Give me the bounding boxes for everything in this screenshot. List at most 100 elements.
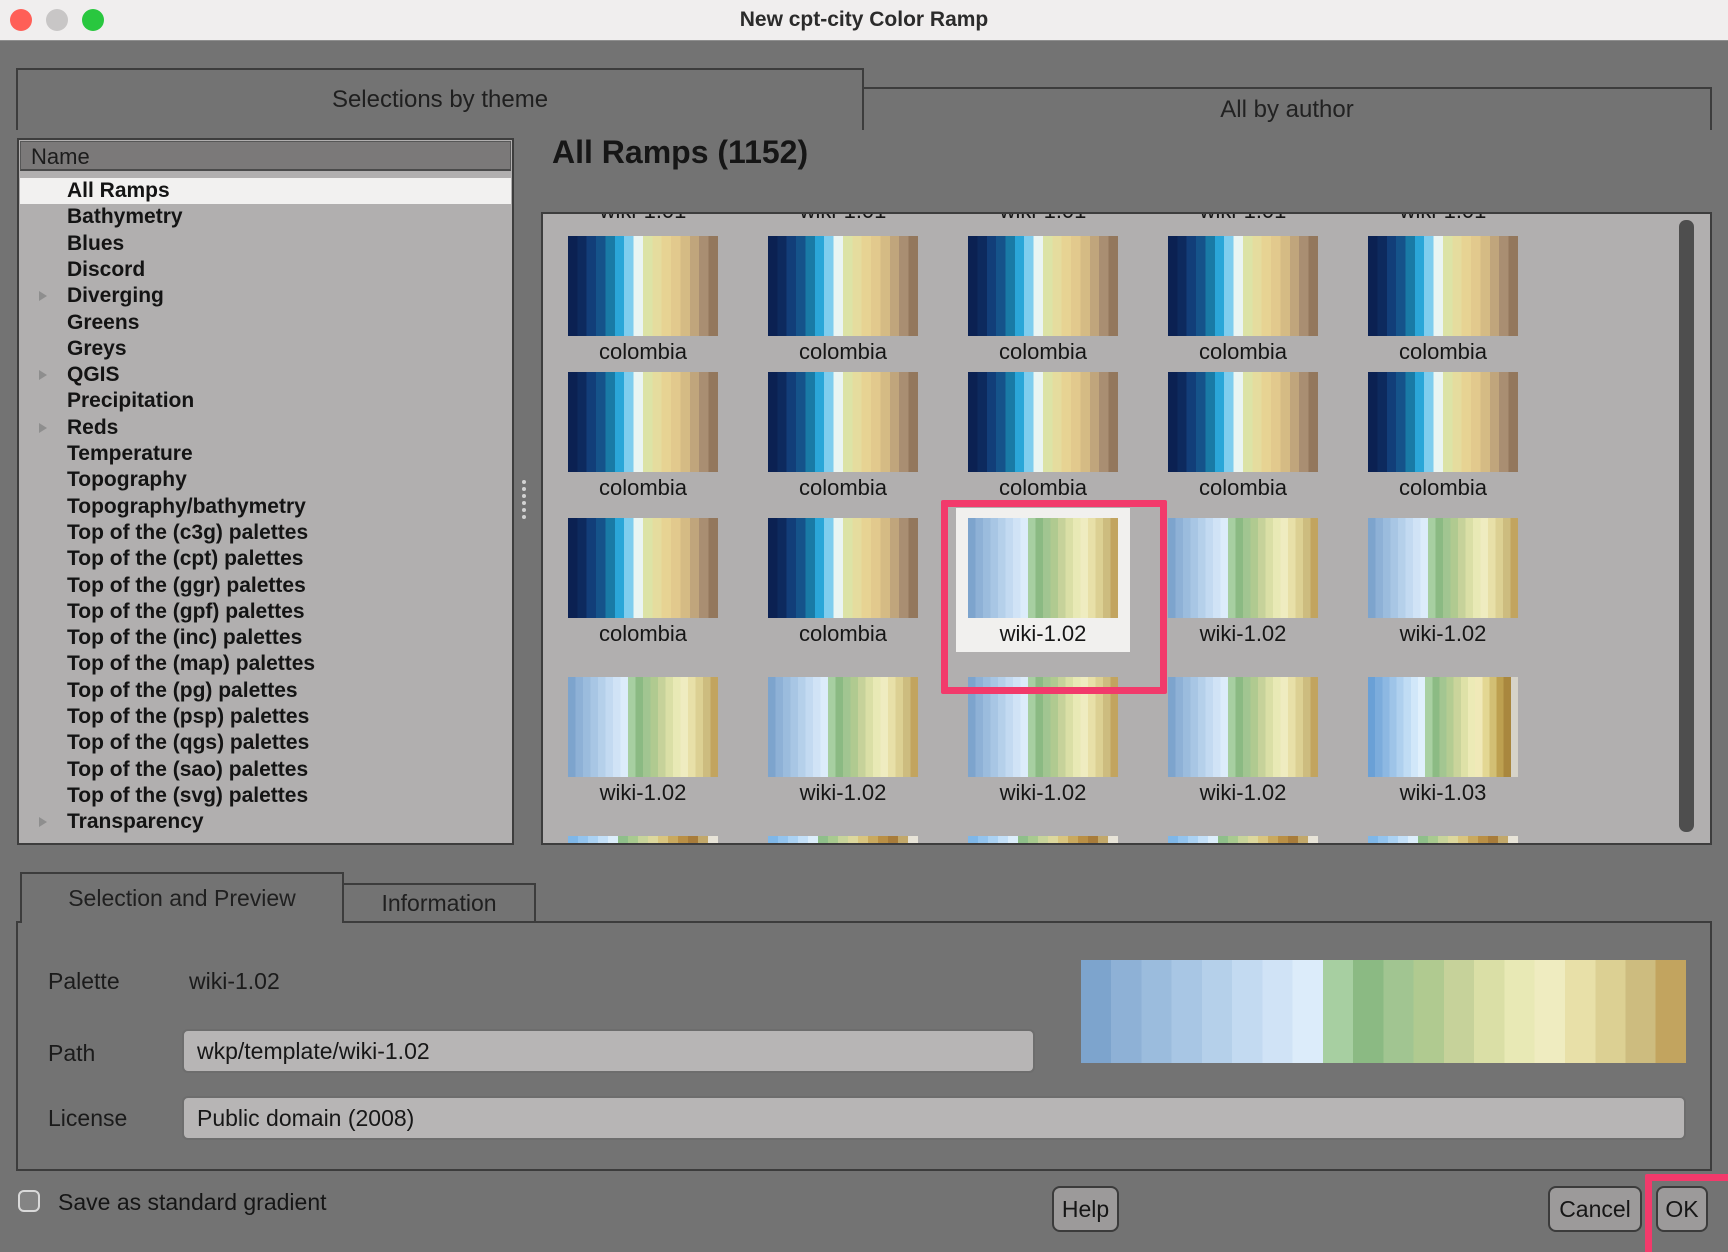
- sidebar-item-blues[interactable]: Blues: [20, 231, 511, 257]
- path-input[interactable]: [182, 1029, 1035, 1073]
- ramp-label[interactable]: colombia: [768, 339, 918, 367]
- ramp-label[interactable]: wiki-1.02: [968, 621, 1118, 649]
- expand-arrow-icon[interactable]: [39, 370, 47, 380]
- tab-selections-by-theme[interactable]: Selections by theme: [16, 68, 864, 130]
- ramp-thumbnail-colombia[interactable]: [768, 236, 918, 336]
- sidebar-item-topography-bathymetry[interactable]: Topography/bathymetry: [20, 494, 511, 520]
- sidebar-item-temperature[interactable]: Temperature: [20, 441, 511, 467]
- sidebar-item-greens[interactable]: Greens: [20, 310, 511, 336]
- ramp-label[interactable]: colombia: [1168, 475, 1318, 503]
- sidebar-item-transparency[interactable]: Transparency: [20, 809, 511, 835]
- ramp-label[interactable]: wiki-1.02: [1168, 780, 1318, 808]
- ramp-label[interactable]: colombia: [1368, 339, 1518, 367]
- ramp-thumbnail-colombia[interactable]: [768, 518, 918, 618]
- sidebar-item-label: Top of the (sao) palettes: [67, 758, 308, 782]
- expand-arrow-icon[interactable]: [39, 423, 47, 433]
- sidebar-item-label: Top of the (gpf) palettes: [67, 600, 305, 624]
- ramp-thumbnail-partial[interactable]: [1168, 836, 1318, 845]
- sidebar-item-top-of-the-psp-palettes[interactable]: Top of the (psp) palettes: [20, 704, 511, 730]
- name-column-header[interactable]: Name: [20, 141, 511, 171]
- grid-scrollbar[interactable]: [1679, 220, 1694, 832]
- ramp-thumbnail-colombia[interactable]: [968, 236, 1118, 336]
- sidebar-item-topography[interactable]: Topography: [20, 467, 511, 493]
- save-standard-gradient-label: Save as standard gradient: [58, 1189, 327, 1216]
- sidebar-item-top-of-the-pg-palettes[interactable]: Top of the (pg) palettes: [20, 678, 511, 704]
- help-button-label: Help: [1062, 1196, 1109, 1223]
- sidebar-item-top-of-the-ggr-palettes[interactable]: Top of the (ggr) palettes: [20, 573, 511, 599]
- ramp-thumbnail-wiki-1.02[interactable]: [768, 677, 918, 777]
- ramp-thumbnail-wiki-1.03[interactable]: [1368, 677, 1518, 777]
- ramp-label-clipped: wiki-1.01: [968, 214, 1118, 225]
- save-standard-gradient-checkbox[interactable]: [18, 1190, 40, 1212]
- expand-arrow-icon[interactable]: [39, 291, 47, 301]
- sidebar-item-label: Transparency: [67, 810, 204, 834]
- sidebar-item-top-of-the-qgs-palettes[interactable]: Top of the (qgs) palettes: [20, 730, 511, 756]
- tab-all-by-author-label: All by author: [1220, 96, 1353, 124]
- cancel-button[interactable]: Cancel: [1548, 1186, 1642, 1232]
- ramp-thumbnail-partial[interactable]: [568, 836, 718, 845]
- sidebar-item-top-of-the-c3g-palettes[interactable]: Top of the (c3g) palettes: [20, 520, 511, 546]
- ramp-thumbnail-colombia[interactable]: [968, 372, 1118, 472]
- ramp-label[interactable]: wiki-1.02: [1368, 621, 1518, 649]
- sidebar-item-bathymetry[interactable]: Bathymetry: [20, 204, 511, 230]
- ramp-thumbnail-wiki-1.02[interactable]: [1168, 518, 1318, 618]
- sidebar-item-top-of-the-cpt-palettes[interactable]: Top of the (cpt) palettes: [20, 546, 511, 572]
- ramp-thumbnail-wiki-1.02[interactable]: [968, 677, 1118, 777]
- sidebar-item-greys[interactable]: Greys: [20, 336, 511, 362]
- ramp-thumbnail-wiki-1.02[interactable]: [568, 677, 718, 777]
- sidebar-item-reds[interactable]: Reds: [20, 415, 511, 441]
- ramp-label[interactable]: colombia: [1368, 475, 1518, 503]
- ramp-label[interactable]: colombia: [568, 339, 718, 367]
- splitter-grip-dot: [522, 501, 526, 505]
- ramp-thumbnail-colombia[interactable]: [568, 518, 718, 618]
- sidebar-item-label: All Ramps: [67, 179, 170, 203]
- ramp-label[interactable]: colombia: [768, 475, 918, 503]
- ramp-label[interactable]: colombia: [1168, 339, 1318, 367]
- sidebar-item-label: Temperature: [67, 442, 193, 466]
- ramp-thumbnail-colombia[interactable]: [1168, 236, 1318, 336]
- ramp-label[interactable]: wiki-1.02: [768, 780, 918, 808]
- sidebar-item-top-of-the-svg-palettes[interactable]: Top of the (svg) palettes: [20, 783, 511, 809]
- ramp-label[interactable]: colombia: [568, 475, 718, 503]
- sidebar-item-qgis[interactable]: QGIS: [20, 362, 511, 388]
- sidebar-item-top-of-the-sao-palettes[interactable]: Top of the (sao) palettes: [20, 757, 511, 783]
- ramp-label[interactable]: colombia: [768, 621, 918, 649]
- sidebar-item-diverging[interactable]: Diverging: [20, 283, 511, 309]
- tab-selection-and-preview[interactable]: Selection and Preview: [20, 872, 344, 923]
- license-input[interactable]: [182, 1096, 1686, 1140]
- tab-information[interactable]: Information: [344, 883, 536, 921]
- ramp-thumbnail-wiki-1.02[interactable]: [1368, 518, 1518, 618]
- ramp-thumbnail-partial[interactable]: [1368, 836, 1518, 845]
- ramp-thumbnail-colombia[interactable]: [1168, 372, 1318, 472]
- sidebar-item-discord[interactable]: Discord: [20, 257, 511, 283]
- ramp-thumbnail-colombia[interactable]: [1368, 236, 1518, 336]
- ramp-thumbnail-partial[interactable]: [968, 836, 1118, 845]
- sidebar-item-label: Top of the (map) palettes: [67, 652, 315, 676]
- ramp-thumbnail-colombia[interactable]: [568, 236, 718, 336]
- ramp-thumbnail-partial[interactable]: [768, 836, 918, 845]
- sidebar-item-top-of-the-gpf-palettes[interactable]: Top of the (gpf) palettes: [20, 599, 511, 625]
- expand-arrow-icon[interactable]: [39, 817, 47, 827]
- ramp-label[interactable]: colombia: [968, 339, 1118, 367]
- ramp-label[interactable]: colombia: [968, 475, 1118, 503]
- sidebar-item-top-of-the-map-palettes[interactable]: Top of the (map) palettes: [20, 651, 511, 677]
- ramp-thumbnail-colombia[interactable]: [1368, 372, 1518, 472]
- ramp-thumbnail-wiki-1.02[interactable]: [1168, 677, 1318, 777]
- tab-all-by-author[interactable]: All by author: [864, 87, 1712, 130]
- sidebar-item-precipitation[interactable]: Precipitation: [20, 388, 511, 414]
- ramp-thumbnail-colombia[interactable]: [768, 372, 918, 472]
- ok-button[interactable]: OK: [1656, 1186, 1708, 1232]
- ramp-thumbnail-colombia[interactable]: [568, 372, 718, 472]
- ramp-label[interactable]: wiki-1.02: [568, 780, 718, 808]
- help-button[interactable]: Help: [1052, 1186, 1119, 1232]
- ramp-label[interactable]: wiki-1.02: [1168, 621, 1318, 649]
- ramp-thumbnail-wiki-1.02[interactable]: [968, 518, 1118, 618]
- sidebar-item-all-ramps[interactable]: All Ramps: [20, 178, 511, 204]
- ramp-label[interactable]: wiki-1.03: [1368, 780, 1518, 808]
- ramp-label-clipped: wiki-1.01: [1168, 214, 1318, 225]
- sidebar-item-label: Top of the (inc) palettes: [67, 626, 302, 650]
- splitter-grip-dot: [522, 515, 526, 519]
- sidebar-item-top-of-the-inc-palettes[interactable]: Top of the (inc) palettes: [20, 625, 511, 651]
- ramp-label[interactable]: wiki-1.02: [968, 780, 1118, 808]
- ramp-label[interactable]: colombia: [568, 621, 718, 649]
